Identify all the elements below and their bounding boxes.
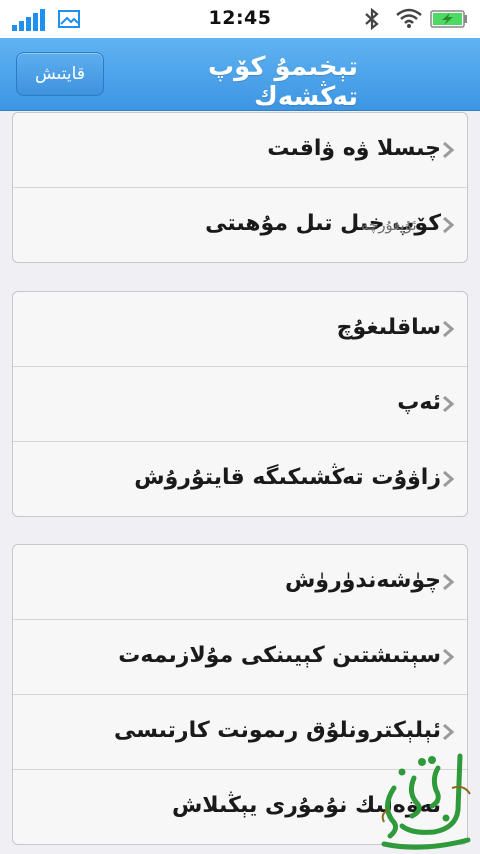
chevron-right-icon [443,573,455,591]
row-explanation[interactable]: چۈشەندۈرۈش [13,545,467,619]
row-label: زاۋۇت تەڭشىكىگە قايتۇرۇش [134,465,441,490]
navigation-bar: قايتىش تېخىمۇ كۆپ تەڭشەك [0,38,480,112]
row-date-time[interactable]: چىسلا ۋە ۋاقىت [13,113,467,187]
chevron-right-icon [443,320,455,338]
row-label: ئەپ [397,390,441,415]
bluetooth-icon [365,7,379,31]
row-language[interactable]: كۆپ خىل تىل مۇھىتى ئۇيغۇرچە [13,187,467,262]
status-bar: 12:45 [0,0,480,38]
chevron-right-icon [443,470,455,488]
row-after-sales-service[interactable]: سېتىشتىن كېيىنكى مۇلازىمەت [13,619,467,694]
back-button[interactable]: قايتىش [16,52,104,96]
chevron-right-icon [443,216,455,234]
row-label: چىسلا ۋە ۋاقىت [267,136,441,161]
page-title: تېخىمۇ كۆپ تەڭشەك [207,52,358,112]
row-storage[interactable]: ساقلىغۇچ [13,292,467,366]
settings-group-storage: ساقلىغۇچ ئەپ زاۋۇت تەڭشىكىگە قايتۇرۇش [12,291,468,517]
settings-group-datetime-language: چىسلا ۋە ۋاقىت كۆپ خىل تىل مۇھىتى ئۇيغۇر… [12,112,468,263]
row-label: ساقلىغۇچ [336,315,441,340]
chevron-right-icon [443,723,455,741]
watermark-logo [381,753,471,850]
row-label: سېتىشتىن كېيىنكى مۇلازىمەت [118,643,441,668]
row-value-language: ئۇيغۇرچە [361,216,417,234]
row-label: چۈشەندۈرۈش [285,568,441,593]
wifi-icon [396,8,422,28]
row-factory-reset[interactable]: زاۋۇت تەڭشىكىگە قايتۇرۇش [13,441,467,516]
chevron-right-icon [443,141,455,159]
chevron-right-icon [443,395,455,413]
battery-charging-icon [430,10,467,28]
row-apps[interactable]: ئەپ [13,366,467,441]
chevron-right-icon [443,648,455,666]
